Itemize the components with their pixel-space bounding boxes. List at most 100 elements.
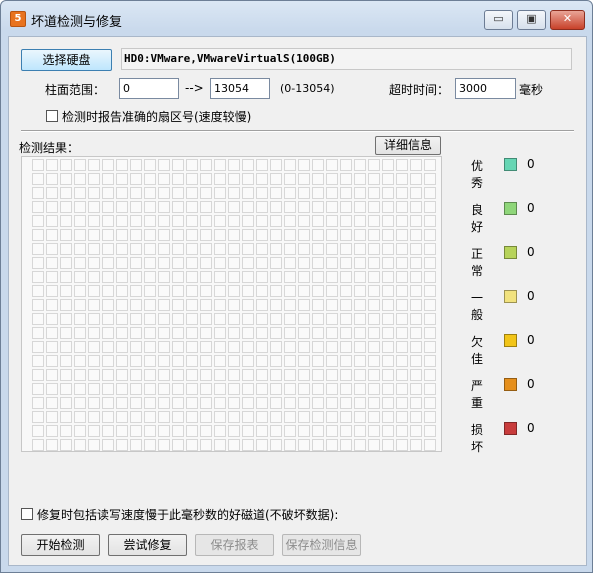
timeout-label: 超时时间： xyxy=(389,83,450,97)
sector-cell xyxy=(60,285,72,297)
sector-cell xyxy=(74,355,86,367)
sector-cell xyxy=(228,187,240,199)
sector-cell xyxy=(214,341,226,353)
sector-cell xyxy=(116,327,128,339)
sector-cell xyxy=(88,215,100,227)
sector-cell xyxy=(88,397,100,409)
sector-cell xyxy=(186,369,198,381)
title-bar[interactable]: 5 坏道检测与修复 ▭ ▣ ✕ xyxy=(1,1,592,31)
sector-cell xyxy=(88,355,100,367)
minimize-button[interactable]: ▭ xyxy=(484,10,513,30)
sector-cell xyxy=(144,327,156,339)
sector-cell xyxy=(284,369,296,381)
sector-cell xyxy=(60,313,72,325)
sector-cell xyxy=(340,229,352,241)
sector-cell xyxy=(74,285,86,297)
range-to-input[interactable]: 13054 xyxy=(210,78,270,99)
save-report-button[interactable]: 保存报表 xyxy=(195,534,274,556)
sector-cell xyxy=(88,243,100,255)
repair-slow-checkbox[interactable] xyxy=(21,508,33,520)
sector-cell xyxy=(60,369,72,381)
sector-cell xyxy=(60,439,72,451)
sector-cell xyxy=(270,215,282,227)
sector-cell xyxy=(158,425,170,437)
sector-cell xyxy=(256,369,268,381)
timeout-input[interactable]: 3000 xyxy=(455,78,516,99)
sector-cell xyxy=(74,271,86,283)
legend-name: 损坏 xyxy=(471,423,484,454)
sector-cell xyxy=(214,187,226,199)
sector-cell xyxy=(382,439,394,451)
report-sector-checkbox[interactable] xyxy=(46,110,58,122)
sector-cell xyxy=(88,411,100,423)
sector-cell xyxy=(284,341,296,353)
sector-cell xyxy=(382,383,394,395)
sector-cell xyxy=(312,257,324,269)
sector-cell xyxy=(298,173,310,185)
sector-cell xyxy=(158,313,170,325)
sector-cell xyxy=(312,201,324,213)
sector-cell xyxy=(424,425,436,437)
sector-cell xyxy=(424,187,436,199)
sector-cell xyxy=(410,383,422,395)
sector-cell xyxy=(368,285,380,297)
sector-cell xyxy=(102,411,114,423)
sector-cell xyxy=(284,425,296,437)
sector-cell xyxy=(284,257,296,269)
sector-cell xyxy=(32,369,44,381)
sector-cell xyxy=(382,187,394,199)
sector-cell xyxy=(60,173,72,185)
sector-cell xyxy=(312,439,324,451)
save-info-button[interactable]: 保存检测信息 xyxy=(282,534,361,556)
sector-cell xyxy=(60,271,72,283)
try-repair-button[interactable]: 尝试修复 xyxy=(108,534,187,556)
sector-cell xyxy=(158,439,170,451)
sector-cell xyxy=(256,341,268,353)
sector-cell xyxy=(284,397,296,409)
sector-cell xyxy=(298,299,310,311)
range-from-input[interactable]: 0 xyxy=(119,78,179,99)
sector-cell xyxy=(242,439,254,451)
sector-cell xyxy=(60,201,72,213)
sector-cell xyxy=(200,257,212,269)
sector-cell xyxy=(256,257,268,269)
sector-cell xyxy=(228,159,240,171)
sector-cell xyxy=(88,173,100,185)
sector-cell xyxy=(130,327,142,339)
sector-cell xyxy=(74,187,86,199)
sector-cell xyxy=(354,243,366,255)
sector-cell xyxy=(74,341,86,353)
sector-cell xyxy=(32,439,44,451)
sector-cell xyxy=(368,439,380,451)
sector-cell xyxy=(326,201,338,213)
sector-cell xyxy=(116,299,128,311)
sector-cell xyxy=(144,369,156,381)
sector-cell xyxy=(382,341,394,353)
sector-cell xyxy=(410,355,422,367)
sector-cell xyxy=(256,271,268,283)
sector-cell xyxy=(88,327,100,339)
close-button[interactable]: ✕ xyxy=(550,10,585,30)
sector-cell xyxy=(382,313,394,325)
sector-cell xyxy=(214,257,226,269)
sector-cell xyxy=(396,173,408,185)
maximize-button[interactable]: ▣ xyxy=(517,10,546,30)
sector-cell xyxy=(228,257,240,269)
sector-cell xyxy=(186,327,198,339)
start-scan-button[interactable]: 开始检测 xyxy=(21,534,100,556)
sector-cell xyxy=(172,243,184,255)
sector-cell xyxy=(256,159,268,171)
sector-cell xyxy=(130,439,142,451)
details-button[interactable]: 详细信息 xyxy=(375,136,441,155)
sector-cell xyxy=(354,411,366,423)
select-disk-button[interactable]: 选择硬盘 xyxy=(21,49,112,71)
sector-cell xyxy=(368,243,380,255)
sector-cell xyxy=(368,411,380,423)
sector-cell xyxy=(298,425,310,437)
sector-cell xyxy=(270,257,282,269)
sector-cell xyxy=(410,285,422,297)
timeout-unit: 毫秒 xyxy=(519,83,544,97)
sector-cell xyxy=(354,285,366,297)
legend-name: 一般 xyxy=(471,291,484,322)
sector-cell xyxy=(172,383,184,395)
